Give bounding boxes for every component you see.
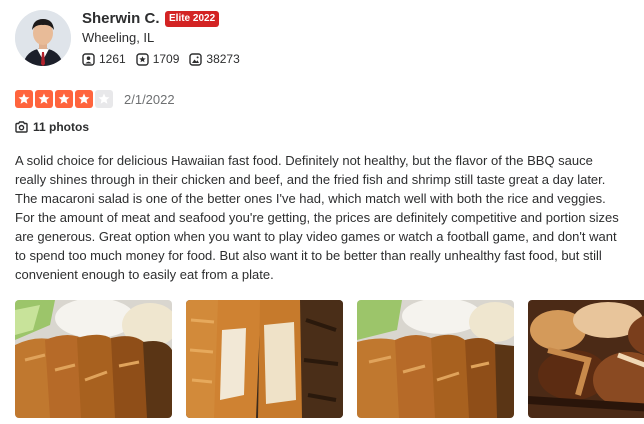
user-stats: 1261 1709 38273	[82, 52, 250, 66]
star-icon	[55, 90, 73, 108]
reviews-count: 1709	[152, 52, 180, 66]
friends-count: 1261	[99, 52, 126, 66]
reviews-stat: 1709	[136, 52, 180, 66]
camera-icon	[15, 121, 28, 133]
friends-icon	[82, 52, 95, 66]
photo-count-link[interactable]: 11 photos	[15, 120, 89, 134]
elite-badge: Elite 2022	[165, 11, 220, 27]
star-empty-icon	[95, 90, 113, 108]
star-icon	[75, 90, 93, 108]
friends-stat: 1261	[82, 52, 126, 66]
photos-icon	[189, 52, 203, 66]
avatar[interactable]	[15, 10, 71, 66]
review-text: A solid choice for delicious Hawaiian fa…	[15, 153, 619, 282]
photo-strip	[15, 300, 644, 424]
review-photo[interactable]	[528, 300, 644, 418]
review-photo[interactable]	[186, 300, 343, 418]
star-icon	[15, 90, 33, 108]
review-photo[interactable]	[357, 300, 514, 418]
star-rating: 2/1/2022	[15, 90, 175, 108]
user-name[interactable]: Sherwin C.	[82, 10, 160, 27]
review-date: 2/1/2022	[124, 91, 175, 107]
star-icon	[35, 90, 53, 108]
user-location: Wheeling, IL	[82, 30, 155, 45]
photo-count-label: 11 photos	[33, 120, 90, 134]
review-photo[interactable]	[15, 300, 172, 418]
photos-stat: 38273	[189, 52, 240, 66]
reviews-icon	[136, 52, 149, 66]
photos-count: 38273	[206, 52, 240, 66]
